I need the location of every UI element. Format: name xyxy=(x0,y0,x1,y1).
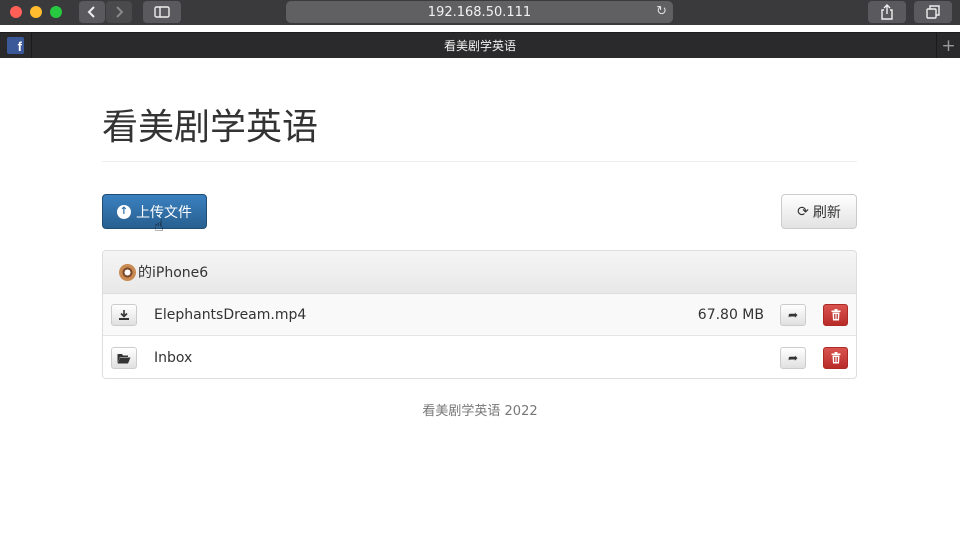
upload-button-label: 上传文件 xyxy=(136,204,192,221)
sidebar-icon xyxy=(154,6,170,18)
device-name: 的iPhone6 xyxy=(138,265,209,281)
trash-icon xyxy=(831,308,840,320)
file-size: 67.80 MB xyxy=(697,306,764,323)
folder-row[interactable]: Inbox ➦ xyxy=(103,337,856,378)
window-maximize-button[interactable] xyxy=(50,6,62,18)
upload-circle-icon: ↑ xyxy=(117,204,131,219)
new-tab-button[interactable]: + xyxy=(936,33,960,58)
share-button[interactable] xyxy=(868,1,906,23)
address-text: 192.168.50.111 xyxy=(427,4,532,20)
share-icon xyxy=(881,4,893,20)
facebook-icon: f xyxy=(7,37,24,54)
file-name[interactable]: ElephantsDream.mp4 xyxy=(154,307,306,323)
refresh-button[interactable]: ⟳ 刷新 xyxy=(781,194,857,229)
hand-cursor-icon: ☝ xyxy=(154,216,164,235)
address-bar[interactable]: 192.168.50.111 ↻ xyxy=(286,1,673,23)
folder-glyph-icon xyxy=(117,353,131,363)
refresh-button-label: 刷新 xyxy=(812,204,841,221)
folder-open-icon[interactable] xyxy=(111,347,137,369)
forward-button[interactable] xyxy=(106,1,132,23)
delete-button[interactable] xyxy=(823,347,848,369)
sidebar-toggle-button[interactable] xyxy=(143,1,181,23)
panel-heading: 的iPhone6 xyxy=(103,251,856,294)
file-row[interactable]: ElephantsDream.mp4 67.80 MB ➦ xyxy=(103,294,856,336)
download-glyph-icon xyxy=(119,309,129,320)
delete-button[interactable] xyxy=(823,303,848,326)
donut-icon xyxy=(119,263,136,281)
tab-active[interactable]: 看美剧学英语 xyxy=(32,33,928,58)
chevron-right-icon xyxy=(116,6,124,18)
tab-title-label: 看美剧学英语 xyxy=(443,39,516,53)
move-button[interactable]: ➦ xyxy=(780,347,806,369)
share-arrow-icon: ➦ xyxy=(787,307,799,322)
show-tabs-button[interactable] xyxy=(914,1,952,23)
reload-icon[interactable]: ↻ xyxy=(656,4,667,19)
refresh-icon: ⟳ xyxy=(797,203,809,220)
chevron-left-icon xyxy=(87,6,95,18)
move-button[interactable]: ➦ xyxy=(780,303,806,326)
trash-icon xyxy=(831,352,840,364)
file-list-panel: 的iPhone6 ElephantsDream.mp4 67.80 MB ➦ I… xyxy=(102,250,857,379)
download-icon[interactable] xyxy=(111,303,137,326)
share-arrow-icon: ➦ xyxy=(787,351,799,365)
folder-name[interactable]: Inbox xyxy=(154,350,192,366)
divider xyxy=(102,161,857,162)
tabs-overview-icon xyxy=(926,5,940,19)
browser-toolbar: 192.168.50.111 ↻ xyxy=(0,0,960,25)
footer-text: 看美剧学英语 2022 xyxy=(422,404,538,419)
page-title: 看美剧学英语 xyxy=(102,107,319,148)
window-minimize-button[interactable] xyxy=(30,6,42,18)
window-close-button[interactable] xyxy=(10,6,22,18)
back-button[interactable] xyxy=(79,1,105,23)
pinned-tab-facebook[interactable]: f xyxy=(0,33,32,58)
tab-strip: f 看美剧学英语 + xyxy=(0,32,960,58)
